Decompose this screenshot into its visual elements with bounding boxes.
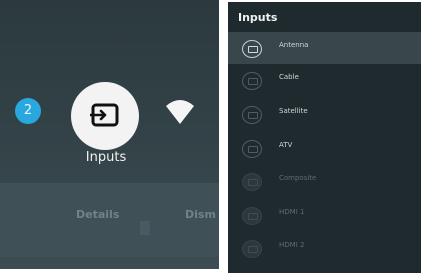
input-item-label: HDMI 2 [279, 241, 305, 249]
input-item-label: Antenna [279, 41, 309, 49]
details-button[interactable]: Details [76, 208, 119, 221]
input-item-hdmi-1[interactable]: HDMI 1 [228, 199, 421, 231]
focus-marker [140, 221, 150, 235]
input-source-icon [242, 40, 262, 58]
dismiss-button[interactable]: Dism [185, 208, 216, 221]
inputs-tile-label: Inputs [85, 150, 127, 165]
inputs-tile[interactable] [71, 82, 139, 150]
input-source-icon [242, 207, 262, 225]
input-item-label: ATV [279, 141, 293, 149]
input-source-icon [242, 106, 262, 124]
input-source-icon [242, 140, 262, 158]
input-item-satellite[interactable]: Satellite [228, 98, 421, 130]
wifi-icon[interactable] [164, 96, 196, 128]
input-item-label: Cable [279, 73, 299, 81]
input-item-antenna[interactable]: Antenna [228, 32, 421, 64]
input-item-atv[interactable]: ATV [228, 132, 421, 164]
inputs-menu: Inputs Antenna Cable Satellite ATV Compo… [228, 2, 421, 273]
notification-badge[interactable]: 2 [15, 98, 41, 124]
input-item-cable[interactable]: Cable [228, 64, 421, 96]
input-source-icon [90, 103, 119, 127]
input-source-icon [242, 72, 262, 90]
menu-title: Inputs [238, 11, 278, 24]
input-item-composite[interactable]: Composite [228, 165, 421, 197]
input-item-label: Composite [279, 174, 317, 182]
input-item-hdmi-2[interactable]: HDMI 2 [228, 232, 421, 264]
input-source-icon [242, 240, 262, 258]
home-screen-panel: 2 Inputs Details Dism [0, 0, 219, 269]
input-item-label: HDMI 1 [279, 208, 305, 216]
input-item-label: Satellite [279, 107, 308, 115]
input-source-icon [242, 173, 262, 191]
